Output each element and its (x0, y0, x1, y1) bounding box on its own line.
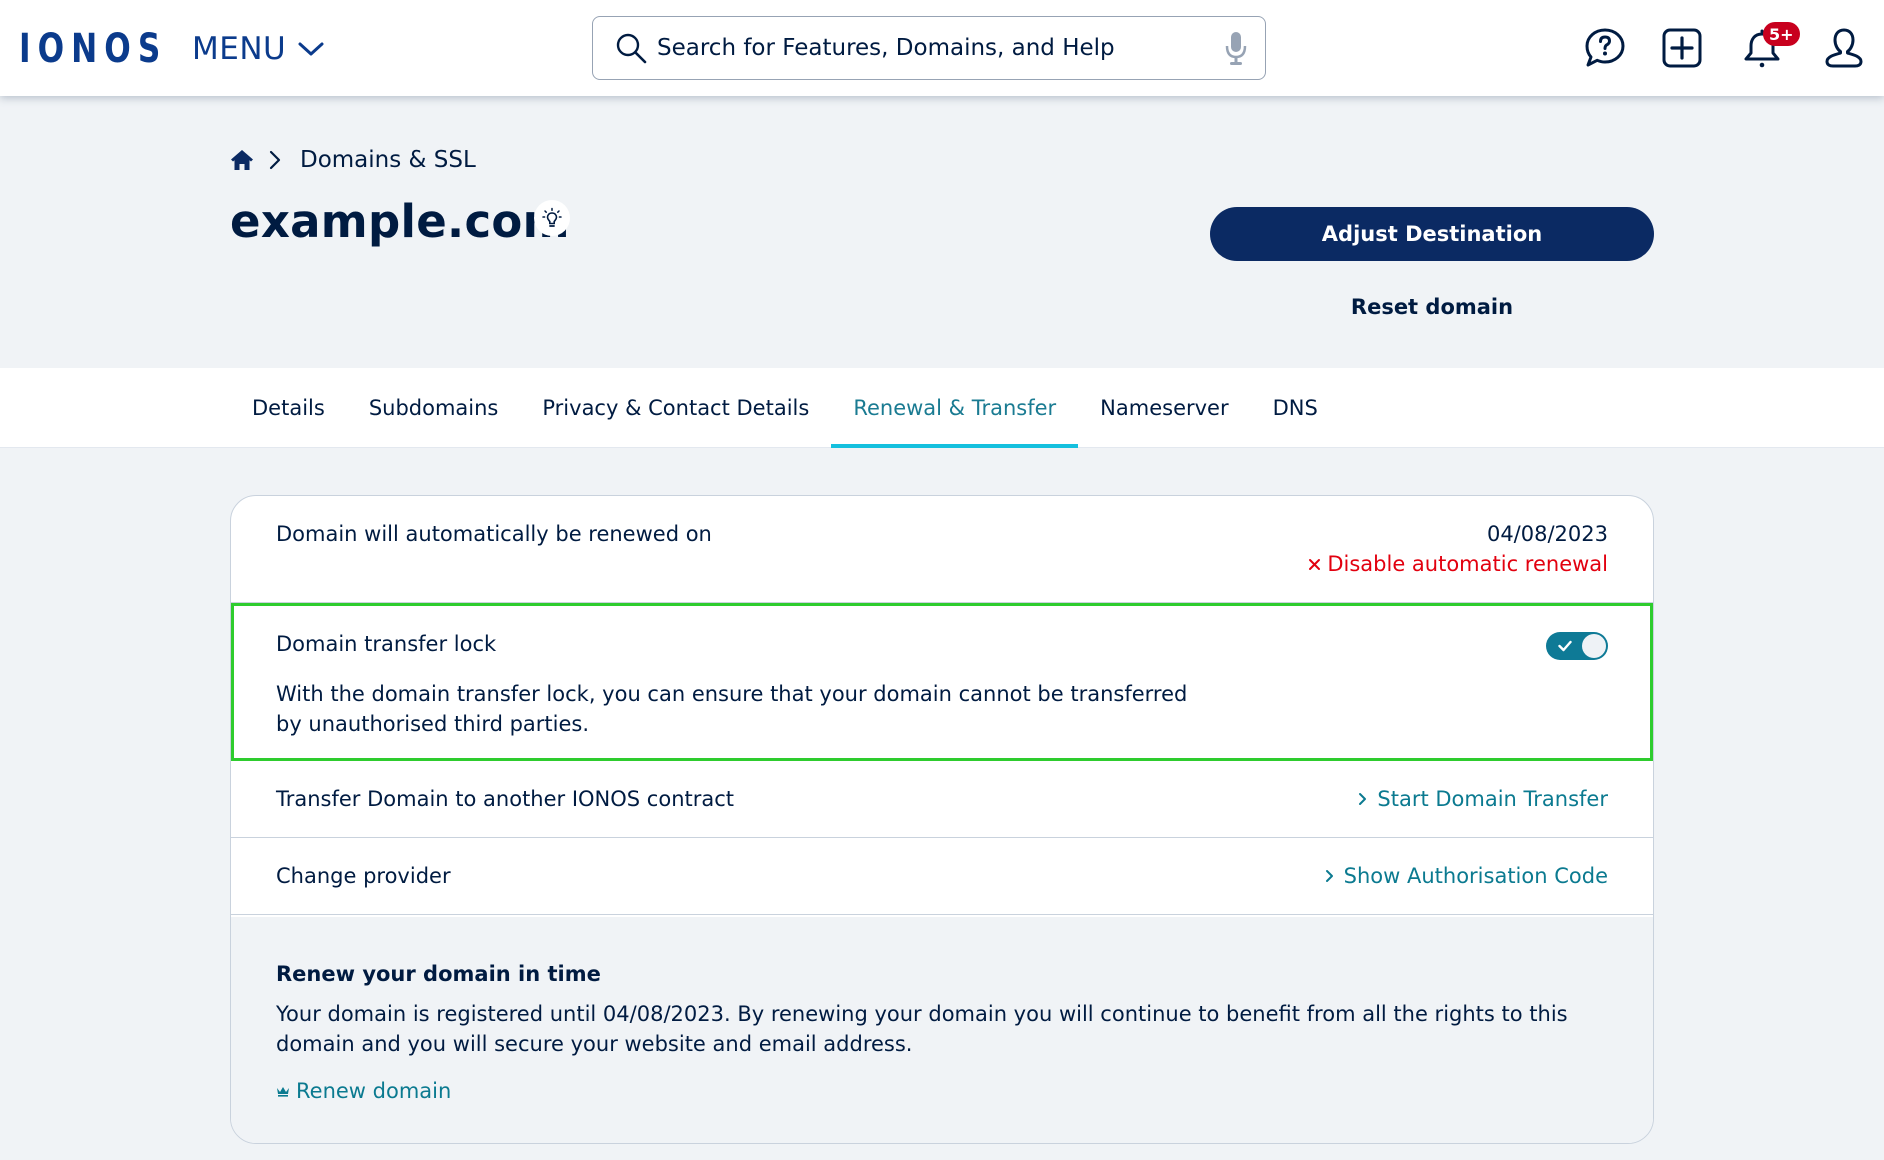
auto-renewal-row: Domain will automatically be renewed on … (231, 496, 1653, 603)
auto-renewal-label: Domain will automatically be renewed on (276, 522, 712, 546)
notifications-button[interactable]: 5+ (1739, 22, 1800, 71)
change-provider-label: Change provider (276, 864, 451, 888)
crown-icon (277, 1087, 289, 1097)
renew-section: Renew your domain in time Your domain is… (231, 917, 1653, 1143)
check-icon (1558, 640, 1572, 652)
disable-auto-renewal-link[interactable]: Disable automatic renewal (1308, 552, 1608, 576)
logo-text: IONOS (19, 26, 168, 72)
notification-badge: 5+ (1763, 22, 1800, 46)
renew-text: Your domain is registered until 04/08/20… (276, 1002, 1568, 1056)
search-box (592, 16, 1266, 80)
menu-button[interactable]: MENU (192, 28, 326, 70)
menu-label: MENU (192, 31, 287, 67)
tab-dns[interactable]: DNS (1251, 368, 1340, 448)
account-button[interactable] (1821, 25, 1867, 71)
search-input[interactable] (657, 28, 1225, 68)
user-icon (1825, 28, 1863, 68)
reset-domain-button[interactable]: Reset domain (1210, 290, 1654, 324)
transfer-contract-label: Transfer Domain to another IONOS contrac… (276, 787, 735, 811)
ionos-logo[interactable]: IONOS (19, 28, 209, 70)
adjust-destination-button[interactable]: Adjust Destination (1210, 207, 1654, 261)
chevron-down-icon (298, 42, 324, 56)
tab-subdomains[interactable]: Subdomains (347, 368, 521, 448)
transfer-lock-label: Domain transfer lock (276, 632, 497, 656)
lightbulb-icon (542, 207, 562, 227)
help-button[interactable] (1582, 25, 1628, 71)
tab-bar: Details Subdomains Privacy & Contact Det… (0, 368, 1884, 448)
change-provider-row: Change provider Show Authorisation Code (231, 838, 1653, 915)
renew-domain-text: Renew domain (296, 1079, 452, 1103)
breadcrumb: Domains & SSL (230, 144, 476, 176)
home-icon[interactable] (230, 148, 254, 172)
page-title: example.com (230, 195, 570, 248)
tab-details[interactable]: Details (230, 368, 347, 448)
renew-domain-link[interactable]: Renew domain (276, 1079, 451, 1103)
help-icon (1585, 28, 1625, 67)
close-icon (1309, 558, 1321, 570)
top-header: IONOS MENU 5+ (0, 0, 1884, 96)
start-domain-transfer-text: Start Domain Transfer (1377, 787, 1608, 811)
renew-heading: Renew your domain in time (276, 962, 601, 986)
show-authorisation-code-text: Show Authorisation Code (1343, 864, 1608, 888)
add-button[interactable] (1659, 25, 1705, 71)
breadcrumb-domains-ssl[interactable]: Domains & SSL (300, 147, 476, 173)
renewal-date: 04/08/2023 (1486, 522, 1608, 546)
renewal-transfer-card: Domain will automatically be renewed on … (230, 495, 1654, 1144)
start-domain-transfer-link[interactable]: Start Domain Transfer (1358, 787, 1608, 811)
toggle-knob (1582, 634, 1606, 658)
show-authorisation-code-link[interactable]: Show Authorisation Code (1325, 864, 1608, 888)
disable-auto-renewal-text: Disable automatic renewal (1327, 552, 1608, 576)
tab-nameserver[interactable]: Nameserver (1078, 368, 1250, 448)
chevron-right-icon (1359, 793, 1367, 805)
transfer-lock-row: Domain transfer lock With the domain tra… (231, 603, 1653, 761)
transfer-contract-row: Transfer Domain to another IONOS contrac… (231, 761, 1653, 838)
search-icon (616, 33, 647, 64)
chevron-right-icon (1325, 870, 1333, 882)
tab-privacy-contact-details[interactable]: Privacy & Contact Details (520, 368, 831, 448)
chevron-right-icon (269, 150, 281, 170)
tip-button[interactable] (534, 200, 570, 236)
microphone-icon[interactable] (1225, 31, 1247, 65)
transfer-lock-toggle[interactable] (1546, 632, 1608, 660)
transfer-lock-description: With the domain transfer lock, you can e… (276, 682, 1188, 736)
tab-renewal-transfer[interactable]: Renewal & Transfer (831, 368, 1079, 448)
add-icon (1662, 28, 1702, 68)
